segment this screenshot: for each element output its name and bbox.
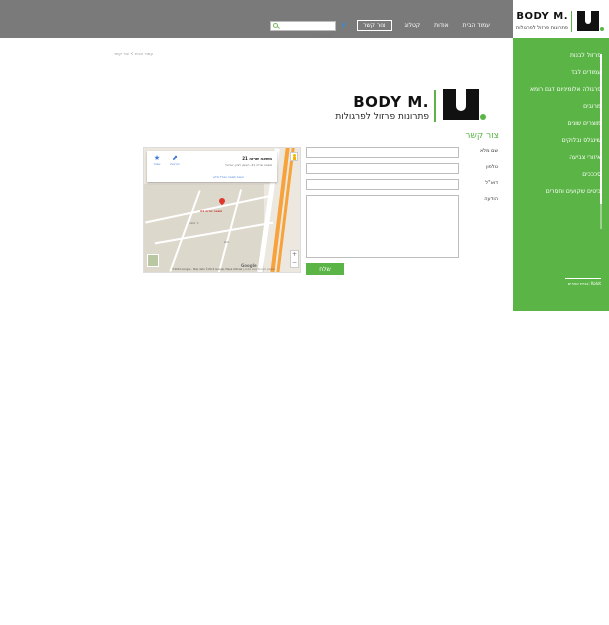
main-logo-tagline: פתרונות פרזול לפרגולות bbox=[335, 112, 429, 122]
sidebar-item[interactable]: סכככים bbox=[525, 171, 601, 179]
logo-mark-icon bbox=[577, 11, 604, 31]
send-button[interactable]: שלח bbox=[306, 263, 344, 275]
top-navigation-bar: עמוד הבית אודות קטלוג צור קשר f bbox=[0, 0, 513, 39]
map-info-card: משאה שרזה 21 משאה שרזה 21, ראשון לציון, … bbox=[147, 151, 277, 182]
main-nav: עמוד הבית אודות קטלוג צור קשר f bbox=[264, 20, 497, 39]
zoom-out-button[interactable]: − bbox=[291, 259, 298, 267]
phone-label: טלפון bbox=[486, 164, 498, 170]
email-label: דוא"ל bbox=[485, 180, 498, 186]
google-map[interactable]: יד משה חיים משאה שרזה 21 משאה שרזה 21, ר… bbox=[143, 147, 301, 273]
full-name-label: שם מלא bbox=[479, 148, 498, 154]
full-name-input[interactable] bbox=[306, 147, 459, 158]
street-view-pegman-icon[interactable] bbox=[290, 152, 298, 161]
sidebar-item[interactable]: פרזול לבנות bbox=[525, 52, 601, 60]
map-attribution: ©2014 Google - Map data ©2014 Google, Ma… bbox=[172, 268, 275, 271]
nav-item-home[interactable]: עמוד הבית bbox=[456, 22, 497, 29]
sidebar-item[interactable]: ביטים שקועים וחסרים bbox=[525, 188, 601, 196]
logo-tagline: פתרונות פרזול לפרגולות bbox=[515, 25, 568, 31]
logo-divider bbox=[571, 11, 572, 32]
satellite-toggle-thumbnail[interactable] bbox=[147, 254, 159, 267]
search-input[interactable] bbox=[271, 31, 336, 39]
sidebar-item[interactable]: מוצרים שונים bbox=[525, 120, 602, 128]
nav-item-about[interactable]: אודות bbox=[427, 22, 456, 29]
sidebar-list: פרזול לבנות עמודים לבד פרגולה אלומיניום … bbox=[525, 52, 601, 205]
main-logo-text: BODY M. bbox=[353, 93, 429, 111]
map-street-label: יד משה bbox=[189, 221, 199, 225]
contact-nav-button[interactable]: צור קשר bbox=[357, 20, 392, 31]
logo-text: BODY M. bbox=[516, 11, 568, 22]
zoom-in-button[interactable]: + bbox=[291, 251, 298, 259]
sidebar-item[interactable]: פרגולה אלומיניום דגם רומא bbox=[525, 86, 601, 94]
sidebar-item[interactable]: עמודים לבד bbox=[525, 69, 601, 77]
search-box bbox=[270, 20, 337, 39]
map-pin-label: משאה שרזה 21 bbox=[200, 209, 223, 213]
sidebar-item[interactable]: מרובים bbox=[525, 103, 601, 111]
map-card-address: משאה שרזה 21, ראשון לציון, ישראל bbox=[225, 163, 272, 167]
sidebar-divider bbox=[565, 278, 601, 279]
map-card-title: משאה שרזה 21 bbox=[242, 156, 272, 161]
main-logo-divider bbox=[434, 90, 436, 122]
map-directions-button[interactable]: ⬈ הוראות bbox=[169, 154, 181, 166]
site-credit[interactable]: בניית אתרים: Kolot bbox=[568, 281, 601, 286]
main-logo-mark-icon bbox=[443, 89, 486, 120]
facebook-icon[interactable]: f bbox=[342, 22, 345, 30]
sidebar-item[interactable]: שינגלס ובלוקים bbox=[525, 137, 601, 145]
map-larger-link[interactable]: הצגת תמונה בגודל מלא bbox=[213, 175, 244, 179]
map-directions-label: הוראות bbox=[170, 162, 180, 166]
map-area-block bbox=[144, 184, 264, 272]
map-save-label: שמור bbox=[153, 162, 161, 166]
map-zoom-control: + − bbox=[290, 250, 299, 268]
map-save-button[interactable]: ★ שמור bbox=[151, 154, 163, 166]
category-sidebar: פרזול לבנות עמודים לבד פרגולה אלומיניום … bbox=[513, 38, 609, 311]
star-icon: ★ bbox=[153, 154, 161, 162]
nav-item-catalog[interactable]: קטלוג bbox=[398, 22, 428, 29]
email-input[interactable] bbox=[306, 179, 459, 190]
search-icon[interactable] bbox=[273, 22, 279, 28]
breadcrumb[interactable]: עמוד הבית > צור קשר bbox=[114, 51, 153, 56]
phone-input[interactable] bbox=[306, 163, 459, 174]
message-textarea[interactable] bbox=[306, 195, 459, 258]
map-street-label: חיים bbox=[224, 240, 230, 244]
page-title: צור קשר bbox=[465, 131, 499, 141]
site-logo[interactable]: BODY M. פתרונות פרזול לפרגולות bbox=[513, 0, 609, 38]
sidebar-item[interactable]: איזורי צביעה bbox=[525, 154, 601, 162]
message-label: הודעה bbox=[484, 196, 498, 202]
directions-icon: ⬈ bbox=[172, 154, 178, 162]
